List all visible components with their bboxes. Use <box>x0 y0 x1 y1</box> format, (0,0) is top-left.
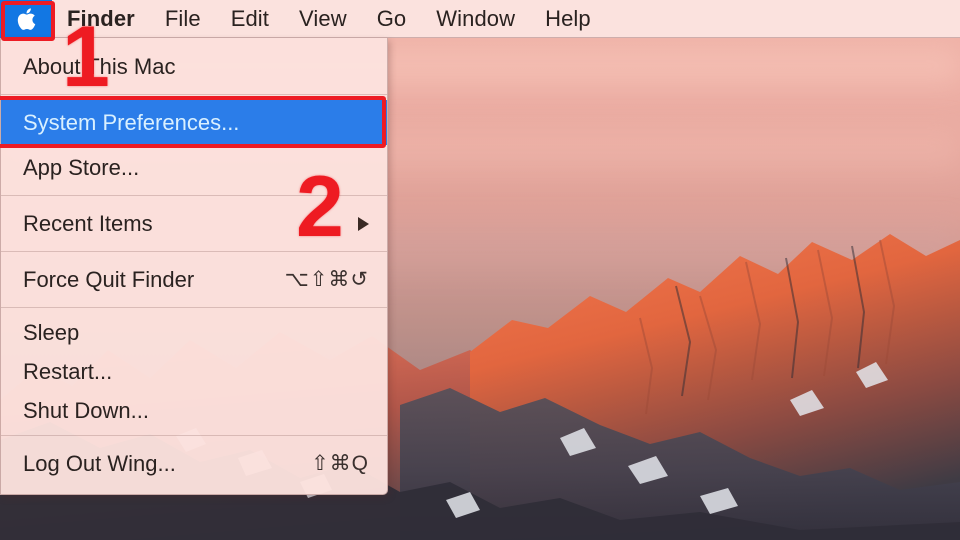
menu-item-label: Log Out Wing... <box>23 450 176 476</box>
menu-item-label: System Preferences... <box>23 109 240 135</box>
menubar-item-view[interactable]: View <box>284 0 362 38</box>
menu-item-label: Force Quit Finder <box>23 266 195 292</box>
apple-dropdown-menu: About This Mac System Preferences... App… <box>0 38 388 495</box>
apple-logo-icon <box>15 6 37 32</box>
menu-item-log-out[interactable]: Log Out Wing... ⇧⌘Q <box>1 441 387 486</box>
menu-separator <box>1 307 387 308</box>
menu-item-about-this-mac[interactable]: About This Mac <box>1 44 387 89</box>
menubar-item-finder[interactable]: Finder <box>52 0 150 38</box>
menu-item-label: App Store... <box>23 154 140 180</box>
menu-item-label: Sleep <box>23 319 80 345</box>
menu-item-label: Shut Down... <box>23 397 149 423</box>
menu-item-shortcut: ⌥⇧⌘↺ <box>284 268 369 291</box>
menu-item-shortcut: ⇧⌘Q <box>311 452 369 475</box>
menu-item-label: Restart... <box>23 358 113 384</box>
menu-separator <box>1 94 387 95</box>
menu-item-label: Recent Items <box>23 210 153 236</box>
menu-separator <box>1 195 387 196</box>
menu-item-label: About This Mac <box>23 53 176 79</box>
menu-item-system-preferences[interactable]: System Preferences... <box>1 100 387 145</box>
menu-separator <box>1 251 387 252</box>
chevron-right-icon <box>358 216 369 231</box>
menubar-item-window[interactable]: Window <box>421 0 530 38</box>
menubar-item-help[interactable]: Help <box>530 0 606 38</box>
menu-item-restart[interactable]: Restart... <box>1 352 387 391</box>
macos-menu-bar: Finder File Edit View Go Window Help <box>0 0 960 38</box>
menu-item-sleep[interactable]: Sleep <box>1 313 387 352</box>
menubar-item-go[interactable]: Go <box>362 0 422 38</box>
menu-item-shut-down[interactable]: Shut Down... <box>1 391 387 430</box>
menubar-item-edit[interactable]: Edit <box>216 0 284 38</box>
menubar-item-file[interactable]: File <box>150 0 216 38</box>
menu-item-force-quit-finder[interactable]: Force Quit Finder ⌥⇧⌘↺ <box>1 257 387 302</box>
menu-separator <box>1 435 387 436</box>
apple-menu-button[interactable] <box>0 0 52 38</box>
menu-item-recent-items[interactable]: Recent Items <box>1 201 387 246</box>
menu-item-app-store[interactable]: App Store... <box>1 145 387 190</box>
